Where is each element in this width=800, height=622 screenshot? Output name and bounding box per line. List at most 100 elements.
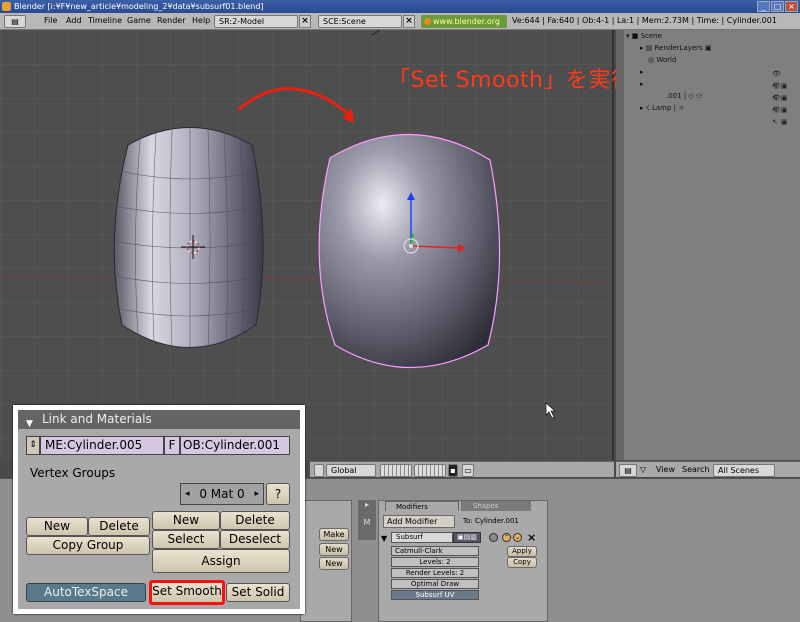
- outliner-row-cylinder-001[interactable]: .001 | ◇ ⚇ 👁↖▣: [616, 90, 800, 114]
- panel-header[interactable]: ▼ Link and Materials: [18, 410, 300, 429]
- fake-user-button[interactable]: F: [164, 436, 180, 455]
- object-name-field[interactable]: OB:Cylinder.001: [180, 436, 290, 455]
- set-smooth-heading: 「Set Smooth」を実行: [388, 68, 634, 93]
- outliner-view-menu[interactable]: View: [656, 465, 675, 474]
- viewport-header: Global ▪ ▭: [310, 461, 614, 477]
- panel-side-tabs[interactable]: ▸ M: [358, 500, 376, 540]
- select-button[interactable]: Select: [152, 530, 220, 549]
- menu-game[interactable]: Game: [127, 16, 151, 25]
- outliner-editor-icon[interactable]: ▤: [619, 464, 637, 477]
- modifier-name-field[interactable]: Subsurf: [391, 532, 453, 543]
- move-down-icon[interactable]: ⌄: [513, 533, 522, 542]
- collapse-triangle-icon[interactable]: ▼: [26, 415, 33, 434]
- add-modifier-button[interactable]: Add Modifier: [383, 515, 455, 528]
- cage-toggle-icon[interactable]: [489, 533, 498, 542]
- remove-modifier-icon[interactable]: ×: [527, 531, 536, 544]
- scene-selector[interactable]: SCE:Scene: [318, 15, 402, 28]
- vertex-group-delete-button[interactable]: Delete: [88, 517, 150, 536]
- increment-arrow-icon[interactable]: ▸: [254, 484, 259, 504]
- menu-bar: ▤ File Add Timeline Game Render Help SR:…: [0, 13, 800, 39]
- smooth-barrel-object[interactable]: [318, 133, 501, 369]
- copy-group-button[interactable]: Copy Group: [26, 536, 150, 555]
- assign-button[interactable]: Assign: [152, 549, 290, 573]
- material-delete-button[interactable]: Delete: [220, 511, 290, 530]
- deselect-button[interactable]: Deselect: [220, 530, 290, 549]
- 3d-viewport[interactable]: [0, 30, 614, 460]
- mesh-name-field[interactable]: ME:Cylinder.005: [40, 436, 164, 455]
- set-solid-button[interactable]: Set Solid: [226, 583, 290, 602]
- outliner-collapse-icon[interactable]: ▽: [640, 465, 646, 474]
- lock-icon[interactable]: ▪: [448, 464, 458, 477]
- modifier-toggle-icons[interactable]: ▣▤▥: [453, 532, 481, 543]
- curved-arrow: [237, 87, 351, 117]
- material-help-button[interactable]: ?: [266, 483, 290, 505]
- subsurf-uv-toggle[interactable]: Subsurf UV: [391, 590, 479, 600]
- modifiers-panel: Modifiers Shapes Add Modifier To: Cylind…: [378, 500, 548, 622]
- visibility-icons[interactable]: 👁↖▣: [772, 68, 796, 90]
- material-index-field[interactable]: ◂ 0 Mat 0 ▸: [180, 483, 264, 505]
- decrement-arrow-icon[interactable]: ◂: [185, 484, 190, 504]
- outliner-row-world[interactable]: ◎ World: [616, 54, 800, 66]
- move-up-icon[interactable]: ⌃: [502, 533, 511, 542]
- set-smooth-button[interactable]: Set Smooth: [149, 580, 225, 605]
- outliner-filter-select[interactable]: All Scenes: [713, 464, 775, 477]
- blender-logo-icon: [424, 18, 431, 25]
- optimal-draw-toggle[interactable]: Optimal Draw: [391, 579, 479, 589]
- outliner-label: World: [656, 56, 677, 64]
- editor-type-icon[interactable]: ▤: [4, 15, 26, 28]
- outliner-search-menu[interactable]: Search: [682, 465, 709, 474]
- menu-timeline[interactable]: Timeline: [88, 16, 122, 25]
- viewport-canvas: [0, 30, 612, 419]
- faceted-barrel-object[interactable]: [107, 127, 271, 353]
- autotexspace-toggle[interactable]: AutoTexSpace: [26, 583, 146, 602]
- menu-render[interactable]: Render: [157, 16, 185, 25]
- maximize-button[interactable]: □: [771, 1, 784, 12]
- scene-stats: Ve:644 | Fa:640 | Ob:4-1 | La:1 | Mem:2.…: [512, 16, 777, 25]
- blender-url-link[interactable]: www.blender.org 244: [421, 15, 507, 39]
- outliner-row-camera[interactable]: ▸ 👁↖▣: [616, 66, 800, 90]
- pivot-selector[interactable]: [314, 464, 324, 477]
- render-icon[interactable]: ▭: [462, 464, 474, 477]
- camera-edge: [371, 30, 381, 36]
- mesh-browse-icon[interactable]: ⇕: [26, 436, 40, 455]
- apply-button[interactable]: Apply: [507, 546, 537, 557]
- subdivision-type-select[interactable]: Catmull-Clark: [391, 546, 479, 556]
- visibility-icons[interactable]: 👁↖▣: [772, 104, 796, 126]
- tab-shapes[interactable]: Shapes: [461, 501, 531, 511]
- copy-button[interactable]: Copy: [507, 557, 537, 568]
- link-materials-panel: ▼ Link and Materials ⇕ ME:Cylinder.005 F …: [13, 405, 305, 614]
- outliner-header: ▤ ▽ View Search All Scenes: [616, 461, 800, 477]
- close-window-button[interactable]: ×: [785, 1, 798, 12]
- menu-add[interactable]: Add: [66, 16, 82, 25]
- expand-triangle-icon[interactable]: ▼: [381, 534, 387, 543]
- outliner-row-renderlayers[interactable]: ▸ ▤ RenderLayers ▣: [616, 42, 800, 54]
- visibility-icons[interactable]: 👁↖▣: [772, 92, 796, 114]
- make-button[interactable]: Make: [319, 528, 349, 541]
- outliner-row-cylinder[interactable]: ▸ 👁↖▣: [616, 78, 800, 102]
- vertex-group-new-button[interactable]: New: [26, 517, 88, 536]
- outliner-row-lamp[interactable]: ▸ ☇ Lamp | ☼ 👁↖▣: [616, 102, 800, 126]
- visibility-icons[interactable]: 👁↖▣: [772, 80, 796, 102]
- outliner-row-scene[interactable]: ▾ ■ Scene: [616, 30, 800, 42]
- render-levels-field[interactable]: Render Levels: 2: [391, 568, 479, 578]
- delete-scene-button[interactable]: ×: [403, 15, 415, 28]
- new-button-1[interactable]: New: [319, 543, 349, 556]
- layer-buttons-1[interactable]: [380, 464, 412, 477]
- new-button-2[interactable]: New: [319, 557, 349, 570]
- levels-field[interactable]: Levels: 2: [391, 557, 479, 567]
- menu-help[interactable]: Help: [192, 16, 210, 25]
- layer-buttons-2[interactable]: [414, 464, 446, 477]
- material-new-button[interactable]: New: [152, 511, 220, 530]
- texface-panel: Make New New: [300, 500, 352, 622]
- window-title: Blender [i:¥F¥new_article¥modeling_2¥dat…: [14, 2, 264, 11]
- screen-selector[interactable]: SR:2-Model: [214, 15, 298, 28]
- outliner-label: .001: [666, 92, 682, 100]
- menu-file[interactable]: File: [44, 16, 57, 25]
- tab-modifiers[interactable]: Modifiers: [385, 501, 459, 511]
- minimize-button[interactable]: _: [757, 1, 770, 12]
- outliner-panel[interactable]: ▾ ■ Scene ▸ ▤ RenderLayers ▣ ◎ World ▸ 👁…: [616, 30, 800, 460]
- orientation-selector[interactable]: Global: [326, 464, 376, 477]
- outliner-label: Lamp: [651, 104, 672, 112]
- delete-screen-button[interactable]: ×: [299, 15, 311, 28]
- x-axis-line: [0, 275, 612, 283]
